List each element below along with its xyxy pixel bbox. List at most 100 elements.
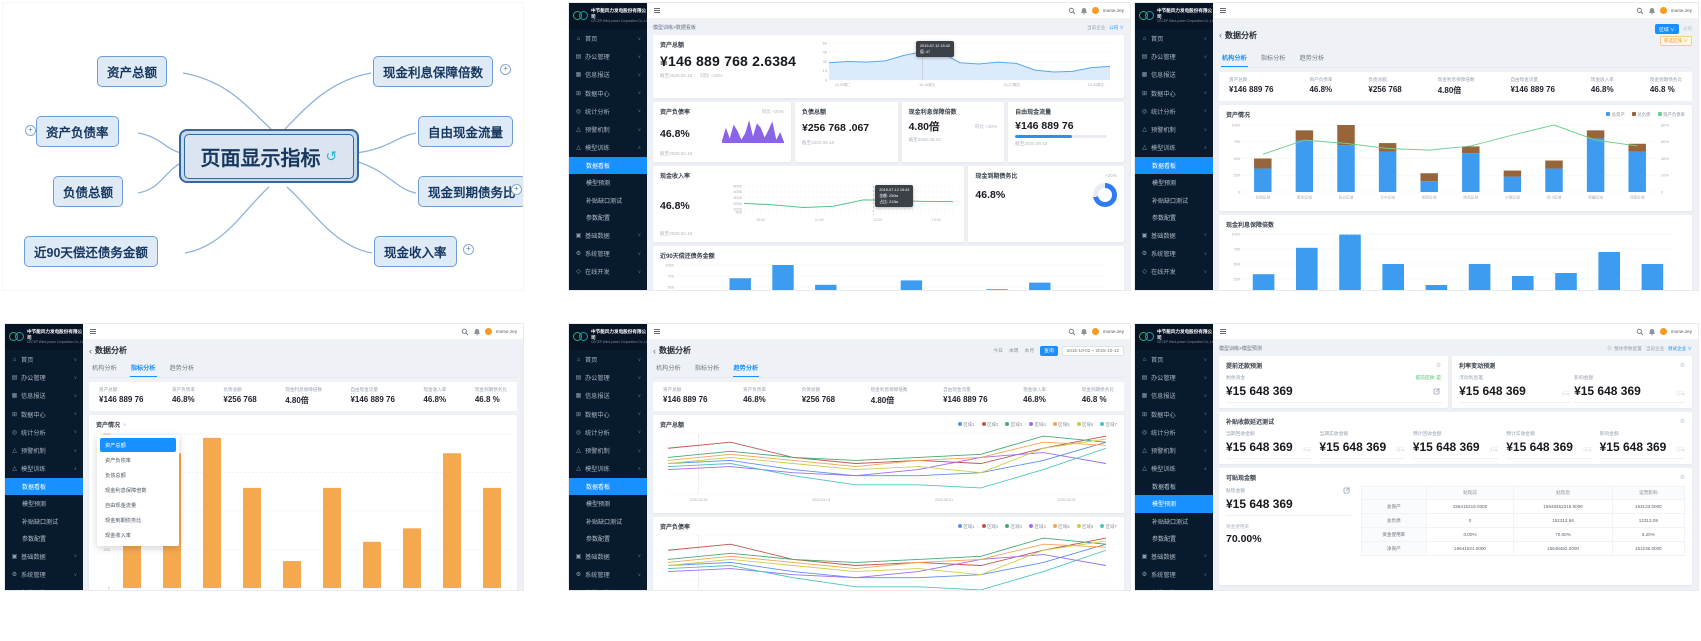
collapse-sidebar-icon[interactable]	[1219, 7, 1227, 15]
sidebar-item-system[interactable]: ⚙系统管理∨	[569, 565, 647, 583]
back-icon[interactable]: ‹	[653, 346, 656, 356]
mindmap-node-left-3[interactable]: 近90天偿还债务金额	[24, 236, 158, 267]
sidebar-subitem-参数配置[interactable]: 参数配置	[1135, 209, 1213, 226]
collapse-sidebar-icon[interactable]	[89, 328, 97, 336]
sidebar-item-home[interactable]: ⌂首页∨	[569, 350, 647, 368]
search-icon[interactable]	[461, 328, 469, 336]
sidebar-item-model-training[interactable]: △模型训练∧	[1135, 460, 1213, 478]
sidebar-subitem-补贴缺口测试[interactable]: 补贴缺口测试	[1135, 513, 1213, 530]
sidebar-item-model-training[interactable]: △模型训练∧	[569, 139, 647, 157]
sidebar-item-online-dev[interactable]: ◇在线开发∨	[1135, 263, 1213, 281]
quick-range-本周[interactable]: 本周	[1009, 347, 1019, 354]
dropdown-option-资产总额[interactable]: 资产总额	[100, 438, 176, 452]
sidebar-subitem-模型预测[interactable]: 模型预测	[569, 174, 647, 191]
expand-plus-icon[interactable]: +	[500, 64, 511, 75]
sidebar-item-warning[interactable]: △预警机制∨	[569, 441, 647, 459]
sidebar-item-statistics[interactable]: ◎统计分析∨	[1135, 102, 1213, 120]
sidebar-subitem-模型预测[interactable]: 模型预测	[5, 495, 83, 512]
bell-icon[interactable]	[473, 328, 481, 336]
sidebar-item-warning[interactable]: △预警机制∨	[1135, 120, 1213, 138]
sidebar-subitem-模型预测[interactable]: 模型预测	[1135, 174, 1213, 191]
sidebar-subitem-补贴缺口测试[interactable]: 补贴缺口测试	[569, 513, 647, 530]
indicator-dropdown-trigger[interactable]: ∨	[123, 422, 126, 428]
dropdown-option-自由现金流量[interactable]: 自由现金流量	[100, 498, 176, 512]
sidebar-item-warning[interactable]: △预警机制∨	[5, 441, 83, 459]
search-icon[interactable]	[1068, 328, 1076, 336]
date-range-input[interactable]: 2015-10-02 ~ 2015-10-12	[1062, 346, 1124, 356]
dropdown-option-现金到期债务比[interactable]: 现金到期债务比	[100, 513, 176, 527]
sidebar-item-model-training[interactable]: △模型训练∧	[1135, 139, 1213, 157]
user-avatar[interactable]	[1660, 328, 1667, 335]
dropdown-option-现金收入率[interactable]: 现金收入率	[100, 528, 176, 542]
sidebar-item-home[interactable]: ⌂首页∨	[5, 350, 83, 368]
sidebar-item-online-dev[interactable]: ◇在线开发∨	[569, 263, 647, 281]
dropdown-option-现金利息保障倍数[interactable]: 现金利息保障倍数	[100, 483, 176, 497]
search-icon[interactable]	[1636, 7, 1644, 15]
tab-指标分析[interactable]: 指标分析	[130, 360, 157, 377]
sidebar-subitem-模型预测[interactable]: 模型预测	[1135, 495, 1213, 512]
sidebar-subitem-补贴缺口测试[interactable]: 补贴缺口测试	[1135, 192, 1213, 209]
sidebar-item-office[interactable]: ▤办公管理∨	[1135, 369, 1213, 387]
mindmap-center-node[interactable]: 页面显示指标↺	[179, 129, 359, 183]
sidebar-subitem-数据看板[interactable]: 数据看板	[569, 157, 647, 174]
sidebar-item-home[interactable]: ⌂首页∨	[569, 29, 647, 47]
sidebar-item-online-dev[interactable]: ◇在线开发∨	[1135, 584, 1213, 590]
collapse-sidebar-icon[interactable]	[1219, 328, 1227, 336]
region-button[interactable]: 区域 ∨	[1655, 24, 1679, 34]
sidebar-item-data-center[interactable]: ⊞数据中心∨	[569, 84, 647, 102]
bell-icon[interactable]	[1648, 328, 1656, 336]
sidebar-item-statistics[interactable]: ◎统计分析∨	[569, 102, 647, 120]
sidebar-item-system[interactable]: ⚙系统管理∨	[1135, 565, 1213, 583]
sidebar-subitem-数据看板[interactable]: 数据看板	[1135, 157, 1213, 174]
collapse-sidebar-icon[interactable]	[653, 328, 661, 336]
sidebar-item-online-dev[interactable]: ◇在线开发∨	[5, 584, 83, 590]
sidebar-subitem-数据看板[interactable]: 数据看板	[569, 478, 647, 495]
sidebar-item-office[interactable]: ▤办公管理∨	[569, 369, 647, 387]
quick-range-今日[interactable]: 今日	[993, 347, 1003, 354]
back-icon[interactable]: ‹	[1219, 30, 1222, 40]
bell-icon[interactable]	[1648, 7, 1656, 15]
tab-机构分析[interactable]: 机构分析	[91, 360, 118, 377]
gear-icon[interactable]: ⚙	[1680, 474, 1685, 481]
user-avatar[interactable]	[1092, 7, 1099, 14]
sidebar-item-office[interactable]: ▤办公管理∨	[1135, 48, 1213, 66]
dropdown-option-负债总额[interactable]: 负债总额	[100, 468, 176, 482]
mindmap-node-right-2[interactable]: 现金到期债务比	[418, 176, 524, 207]
sidebar-item-statistics[interactable]: ◎统计分析∨	[569, 423, 647, 441]
sidebar-item-base-data[interactable]: ▣基础数据∨	[1135, 547, 1213, 565]
sidebar-item-report[interactable]: ▦信息报送∨	[569, 387, 647, 405]
sidebar-item-data-center[interactable]: ⊞数据中心∨	[569, 405, 647, 423]
gear-icon[interactable]: ⚙	[1680, 418, 1685, 425]
sidebar-subitem-模型预测[interactable]: 模型预测	[569, 495, 647, 512]
sidebar-item-data-center[interactable]: ⊞数据中心∨	[1135, 405, 1213, 423]
tab-趋势分析[interactable]: 趋势分析	[1299, 50, 1326, 67]
sidebar-subitem-参数配置[interactable]: 参数配置	[5, 530, 83, 547]
enterprise-select[interactable]: 公司 ∨	[1109, 25, 1124, 31]
sidebar-item-base-data[interactable]: ▣基础数据∨	[569, 547, 647, 565]
mindmap-node-right-3[interactable]: 现金收入率	[374, 236, 457, 267]
expand-plus-icon[interactable]: +	[511, 184, 522, 195]
sidebar-item-data-center[interactable]: ⊞数据中心∨	[1135, 84, 1213, 102]
sidebar-item-report[interactable]: ▦信息报送∨	[1135, 66, 1213, 84]
expand-plus-icon[interactable]: +	[25, 125, 36, 136]
sidebar-item-base-data[interactable]: ▣基础数据∨	[569, 226, 647, 244]
sidebar-item-warning[interactable]: △预警机制∨	[569, 120, 647, 138]
search-icon[interactable]	[1068, 7, 1076, 15]
param-config-button[interactable]: ⚙整体参数配置	[1607, 345, 1642, 352]
sidebar-item-model-training[interactable]: △模型训练∧	[569, 460, 647, 478]
mindmap-node-right-0[interactable]: 现金利息保障倍数	[373, 56, 493, 87]
sidebar-item-statistics[interactable]: ◎统计分析∨	[1135, 423, 1213, 441]
mindmap-node-left-0[interactable]: 资产总额	[97, 56, 167, 87]
sidebar-item-data-center[interactable]: ⊞数据中心∨	[5, 405, 83, 423]
sidebar-item-office[interactable]: ▤办公管理∨	[569, 48, 647, 66]
query-button[interactable]: 查询	[1040, 346, 1058, 356]
sidebar-subitem-参数配置[interactable]: 参数配置	[569, 209, 647, 226]
sidebar-item-home[interactable]: ⌂首页∨	[1135, 29, 1213, 47]
tab-趋势分析[interactable]: 趋势分析	[733, 360, 760, 377]
gear-icon[interactable]: ⚙	[1680, 362, 1685, 369]
bell-icon[interactable]	[1080, 7, 1088, 15]
tab-机构分析[interactable]: 机构分析	[1221, 50, 1248, 67]
search-icon[interactable]	[1636, 328, 1644, 336]
mindmap-node-left-2[interactable]: 负债总额	[53, 176, 123, 207]
sidebar-item-system[interactable]: ⚙系统管理∨	[5, 565, 83, 583]
